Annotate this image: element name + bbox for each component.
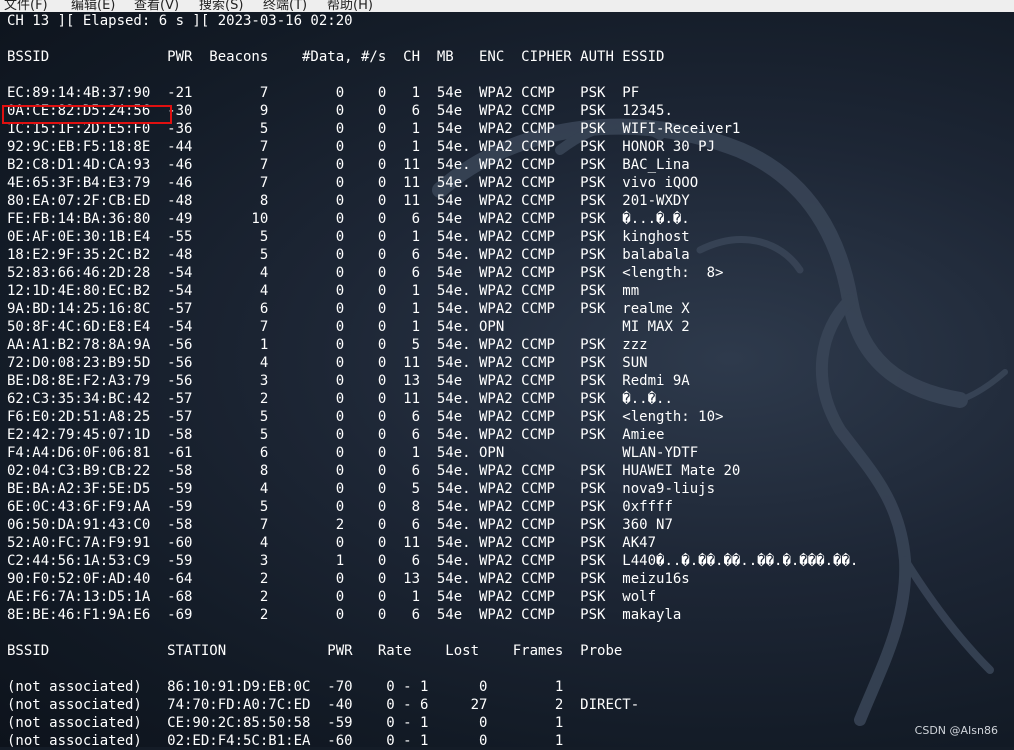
ap-table-header: BSSID PWR Beacons #Data, #/s CH MB ENC C… [7, 49, 665, 65]
ap-row: 18:E2:9F:35:2C:B2 -48 5 0 0 6 54e. WPA2 … [7, 247, 690, 263]
station-table-header: BSSID STATION PWR Rate Lost Frames Probe [7, 643, 623, 659]
ap-row: 6E:0C:43:6F:F9:AA -59 5 0 0 8 54e. WPA2 … [7, 499, 673, 515]
watermark: CSDN @AIsn86 [914, 724, 998, 737]
ap-row: C2:44:56:1A:53:C9 -59 3 1 0 6 54e. WPA2 … [7, 553, 859, 569]
menu-view[interactable]: 查看(V) [134, 0, 179, 12]
ap-row: B2:C8:D1:4D:CA:93 -46 7 0 0 11 54e. WPA2… [7, 157, 690, 173]
ap-row: 62:C3:35:34:BC:42 -57 2 0 0 11 54e. WPA2… [7, 391, 673, 407]
station-row: (not associated) CE:90:2C:85:50:58 -59 0… [7, 715, 564, 731]
station-row: (not associated) 74:70:FD:A0:7C:ED -40 0… [7, 697, 640, 713]
menu-search[interactable]: 搜索(S) [199, 0, 243, 12]
ap-row: 12:1D:4E:80:EC:B2 -54 4 0 0 1 54e. WPA2 … [7, 283, 640, 299]
station-row: (not associated) 02:ED:F4:5C:B1:EA -60 0… [7, 733, 564, 749]
station-row: (not associated) 86:10:91:D9:EB:0C -70 0… [7, 679, 564, 695]
menu-edit[interactable]: 编辑(E) [71, 0, 115, 12]
status-line: CH 13 ][ Elapsed: 6 s ][ 2023-03-16 02:2… [7, 13, 353, 29]
ap-row: F6:E0:2D:51:A8:25 -57 5 0 0 6 54e WPA2 C… [7, 409, 724, 425]
menu-help[interactable]: 帮助(H) [327, 0, 373, 12]
menu-file[interactable]: 文件(F) [4, 0, 48, 12]
ap-row: 80:EA:07:2F:CB:ED -48 8 0 0 11 54e WPA2 … [7, 193, 690, 209]
ap-row: 90:F0:52:0F:AD:40 -64 2 0 0 13 54e. WPA2… [7, 571, 690, 587]
ap-row: 52:A0:FC:7A:F9:91 -60 4 0 0 11 54e. WPA2… [7, 535, 657, 551]
bssid-highlight-box [2, 105, 172, 124]
ap-row: 52:83:66:46:2D:28 -54 4 0 0 6 54e WPA2 C… [7, 265, 724, 281]
ap-row: 8E:BE:46:F1:9A:E6 -69 2 0 0 6 54e WPA2 C… [7, 607, 682, 623]
ap-row: E2:42:79:45:07:1D -58 5 0 0 6 54e. WPA2 … [7, 427, 665, 443]
ap-row: F4:A4:D6:0F:06:81 -61 6 0 0 1 54e. OPN W… [7, 445, 699, 461]
ap-row: EC:89:14:4B:37:90 -21 7 0 0 1 54e WPA2 C… [7, 85, 640, 101]
ap-row: AA:A1:B2:78:8A:9A -56 1 0 0 5 54e. WPA2 … [7, 337, 648, 353]
ap-row: AE:F6:7A:13:D5:1A -68 2 0 0 1 54e WPA2 C… [7, 589, 657, 605]
ap-row: 0E:AF:0E:30:1B:E4 -55 5 0 0 1 54e. WPA2 … [7, 229, 690, 245]
ap-row: BE:D8:8E:F2:A3:79 -56 3 0 0 13 54e WPA2 … [7, 373, 690, 389]
ap-row: 92:9C:EB:F5:18:8E -44 7 0 0 1 54e. WPA2 … [7, 139, 716, 155]
ap-row: 50:8F:4C:6D:E8:E4 -54 7 0 0 1 54e. OPN M… [7, 319, 690, 335]
ap-row: 02:04:C3:B9:CB:22 -58 8 0 0 6 54e. WPA2 … [7, 463, 741, 479]
ap-row: FE:FB:14:BA:36:80 -49 10 0 0 6 54e WPA2 … [7, 211, 690, 227]
menu-bar: 文件(F) 编辑(E) 查看(V) 搜索(S) 终端(T) 帮助(H) [0, 0, 1014, 12]
ap-row: 4E:65:3F:B4:E3:79 -46 7 0 0 11 54e. WPA2… [7, 175, 699, 191]
menu-terminal[interactable]: 终端(T) [263, 0, 307, 12]
ap-row: 72:D0:08:23:B9:5D -56 4 0 0 11 54e. WPA2… [7, 355, 648, 371]
ap-row: 9A:BD:14:25:16:8C -57 6 0 0 1 54e. WPA2 … [7, 301, 690, 317]
ap-row: BE:BA:A2:3F:5E:D5 -59 4 0 0 5 54e. WPA2 … [7, 481, 716, 497]
ap-row: 06:50:DA:91:43:C0 -58 7 2 0 6 54e. WPA2 … [7, 517, 673, 533]
